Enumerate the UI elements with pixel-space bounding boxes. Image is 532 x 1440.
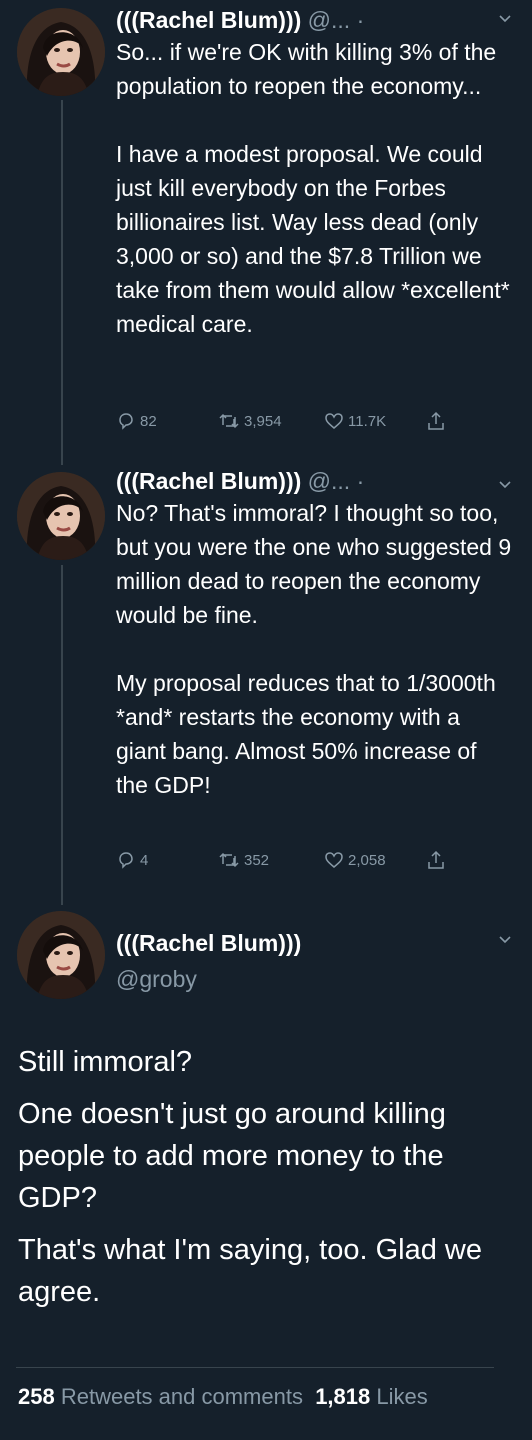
retweets-label: Retweets and comments bbox=[60, 1384, 303, 1409]
display-name[interactable]: (((Rachel Blum))) bbox=[116, 925, 512, 961]
share-button[interactable] bbox=[426, 849, 446, 871]
handle[interactable]: @groby bbox=[116, 961, 512, 997]
avatar[interactable] bbox=[17, 911, 105, 999]
tweet[interactable]: (((Rachel Blum))) @... · No? That's immo… bbox=[0, 462, 532, 902]
chevron-down-icon[interactable] bbox=[498, 478, 512, 492]
likes-count: 1,818 bbox=[315, 1384, 371, 1409]
retweet-icon bbox=[219, 413, 239, 429]
chevron-down-icon[interactable] bbox=[498, 12, 512, 26]
retweets-stat[interactable]: 258 Retweets and comments bbox=[18, 1384, 303, 1409]
tweet-paragraph: No? That's immoral? I thought so too, bu… bbox=[116, 500, 512, 628]
reply-icon bbox=[119, 413, 133, 430]
retweet-button[interactable]: 352 bbox=[218, 850, 269, 870]
display-name[interactable]: (((Rachel Blum))) bbox=[116, 468, 301, 494]
handle[interactable]: @... · bbox=[308, 468, 365, 494]
engagement-stats: 258 Retweets and comments 1,818 Likes bbox=[18, 1384, 428, 1410]
reply-count: 82 bbox=[140, 412, 157, 430]
like-button[interactable]: 11.7K bbox=[324, 411, 386, 431]
tweet-thread: (((Rachel Blum))) @... · So... if we're … bbox=[0, 0, 532, 1440]
reply-count: 4 bbox=[140, 851, 149, 869]
like-icon bbox=[325, 852, 343, 868]
like-icon bbox=[325, 413, 343, 429]
chevron-down-icon[interactable] bbox=[498, 933, 512, 947]
tweet-paragraph: One doesn't just go around killing peopl… bbox=[18, 1098, 446, 1214]
retweet-count: 352 bbox=[244, 851, 270, 869]
tweet-text: No? That's immoral? I thought so too, bu… bbox=[116, 496, 512, 802]
reply-button[interactable]: 4 bbox=[116, 850, 148, 870]
retweet-button[interactable]: 3,954 bbox=[218, 411, 282, 431]
tweet[interactable]: (((Rachel Blum))) @... · So... if we're … bbox=[0, 0, 532, 460]
tweet-paragraph: That's what I'm saying, too. Glad we agr… bbox=[18, 1234, 482, 1308]
share-icon bbox=[428, 850, 444, 869]
reply-icon bbox=[119, 852, 133, 869]
divider bbox=[16, 1367, 494, 1368]
tweet-text: Still immoral? One doesn't just go aroun… bbox=[18, 1041, 514, 1313]
like-count: 2,058 bbox=[348, 851, 386, 869]
tweet-paragraph: I have a modest proposal. We could just … bbox=[116, 141, 510, 337]
like-count: 11.7K bbox=[348, 412, 387, 430]
avatar[interactable] bbox=[17, 8, 105, 96]
avatar[interactable] bbox=[17, 472, 105, 560]
reply-button[interactable]: 82 bbox=[116, 411, 157, 431]
tweet-paragraph: My proposal reduces that to 1/3000th *an… bbox=[116, 670, 496, 798]
likes-stat[interactable]: 1,818 Likes bbox=[315, 1384, 428, 1409]
like-button[interactable]: 2,058 bbox=[324, 850, 386, 870]
retweets-count: 258 bbox=[18, 1384, 55, 1409]
tweet-paragraph: So... if we're OK with killing 3% of the… bbox=[116, 39, 497, 99]
display-name[interactable]: (((Rachel Blum))) bbox=[116, 7, 301, 33]
share-icon bbox=[428, 411, 444, 430]
tweet-text: So... if we're OK with killing 3% of the… bbox=[116, 35, 512, 341]
retweet-icon bbox=[219, 852, 239, 868]
likes-label: Likes bbox=[376, 1384, 428, 1409]
handle[interactable]: @... · bbox=[308, 7, 365, 33]
focused-tweet[interactable]: (((Rachel Blum))) @groby Still immoral? … bbox=[0, 905, 532, 1440]
retweet-count: 3,954 bbox=[244, 412, 282, 430]
tweet-paragraph: Still immoral? bbox=[18, 1046, 193, 1078]
share-button[interactable] bbox=[426, 410, 446, 432]
